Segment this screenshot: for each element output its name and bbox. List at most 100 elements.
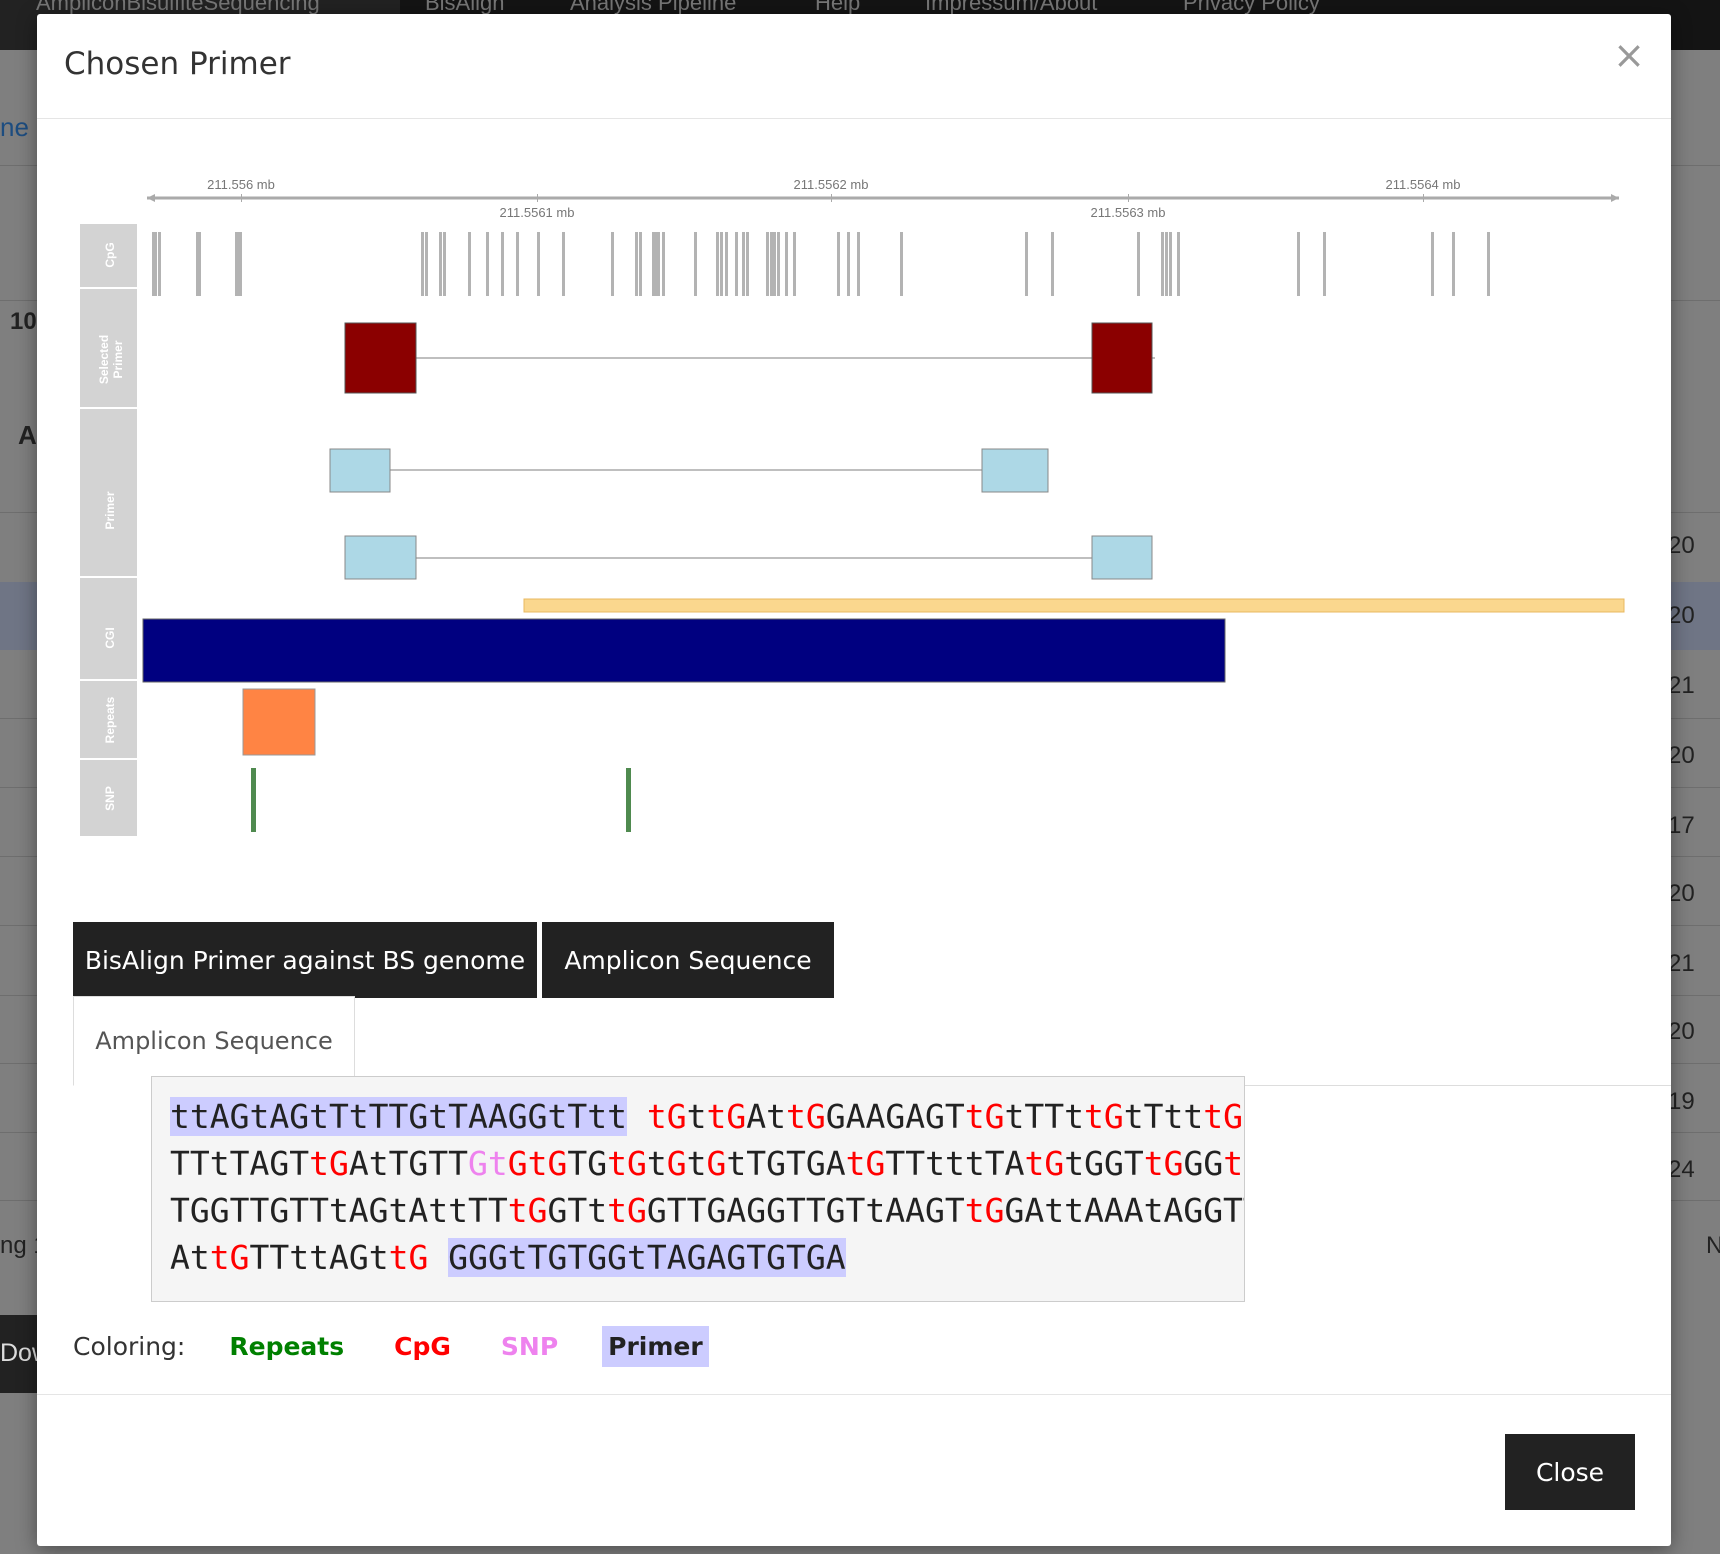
cpg-mark xyxy=(1165,232,1168,296)
bg-cell-value: 20 xyxy=(1668,602,1695,629)
bisalign-primer-button[interactable]: BisAlign Primer against BS genome xyxy=(73,922,537,998)
cpg-mark xyxy=(1025,232,1028,296)
primer-reverse xyxy=(1091,535,1153,580)
bg-cell-value: 20 xyxy=(1668,742,1695,769)
sequence-cpg-segment: tG xyxy=(785,1097,826,1136)
sequence-line: TTtTAGTtGAtTGTTGtGtGTGtGtGtGtTGTGAtGTTtt… xyxy=(170,1140,1244,1187)
cpg-mark xyxy=(1431,232,1434,296)
sequence-line: TGGTTGTTtAGtAttTTtGGTttGGTTGAGGTTGTtAAGT… xyxy=(170,1187,1244,1234)
genome-browser: 211.556 mb 211.5562 mb 211.5564 mb 211.5561… xyxy=(37,118,1671,918)
sequence-segment: t xyxy=(686,1097,707,1136)
sequence-segment: t xyxy=(646,1144,667,1183)
modal-title: Chosen Primer xyxy=(64,46,291,82)
sequence-segment: GG xyxy=(1183,1144,1224,1183)
genome-browser-svg: 211.556 mb 211.5562 mb 211.5564 mb 211.5561… xyxy=(80,177,1625,839)
cpg-mark xyxy=(662,232,665,296)
chosen-primer-modal: Chosen Primer × 211.556 mb 211.5562 mb 211… xyxy=(37,14,1671,1546)
cpg-mark xyxy=(421,232,424,296)
sequence-segment: At xyxy=(746,1097,786,1136)
track-label-snp: SNP xyxy=(103,786,117,811)
sequence-cpg-segment: tG xyxy=(309,1144,349,1183)
cpg-mark xyxy=(773,232,776,296)
track-label-primer: Primer xyxy=(103,491,117,529)
bg-cell-value: 19 xyxy=(1668,1088,1695,1115)
axis-tick-label: 211.5564 mb xyxy=(1386,177,1461,192)
sequence-cpg-segment: G xyxy=(666,1144,687,1183)
cpg-mark xyxy=(793,232,796,296)
sequence-segment: TG xyxy=(567,1144,608,1183)
cpg-mark xyxy=(1177,232,1180,296)
cpg-mark xyxy=(837,232,840,296)
cpg-mark xyxy=(847,232,850,296)
cpg-mark xyxy=(1169,232,1172,296)
cpg-mark xyxy=(439,232,442,296)
cpg-mark xyxy=(746,232,749,296)
cpg-mark xyxy=(639,232,642,296)
cgi-region xyxy=(142,618,1226,683)
cpg-mark xyxy=(654,232,657,296)
close-button[interactable]: Close xyxy=(1505,1434,1635,1510)
amplicon-sequence-button[interactable]: Amplicon Sequence xyxy=(542,922,834,998)
track-label-cpg: CpG xyxy=(103,242,117,267)
bg-text-fragment: A xyxy=(18,420,37,450)
sequence-cpg-segment: Gt xyxy=(507,1144,548,1183)
cpg-mark xyxy=(900,232,903,296)
cpg-mark xyxy=(611,232,614,296)
sequence-snp-segment: Gt xyxy=(468,1144,508,1183)
sequence-cpg-segment: G xyxy=(706,1144,727,1183)
cpg-mark xyxy=(562,232,565,296)
cpg-mark xyxy=(1323,232,1326,296)
cpg-mark xyxy=(154,232,157,296)
cpg-mark xyxy=(537,232,540,296)
legend-item-repeats: Repeats xyxy=(229,1331,345,1361)
sequence-cpg-segment: tG xyxy=(706,1097,747,1136)
axis-arrow-right xyxy=(1611,194,1619,202)
primer-reverse xyxy=(981,448,1049,493)
track-label-cgi: CGI xyxy=(103,627,117,648)
sequence-segment: At xyxy=(170,1238,210,1277)
cpg-mark xyxy=(516,232,519,296)
cpg-mark xyxy=(657,232,660,296)
close-icon[interactable]: × xyxy=(1613,36,1645,74)
tab-amplicon-sequence[interactable]: Amplicon Sequence xyxy=(73,996,355,1086)
sequence-segment: GAAGAGT xyxy=(825,1097,965,1136)
cpg-mark xyxy=(425,232,428,296)
cpg-mark xyxy=(1452,232,1455,296)
sequence-cpg-segment: tG xyxy=(607,1191,647,1230)
coloring-legend: Coloring: Repeats CpG SNP Primer xyxy=(73,1324,747,1368)
legend-item-primer: Primer xyxy=(602,1325,709,1367)
snp-mark xyxy=(626,768,631,832)
sequence-segment: tTGTGA xyxy=(726,1144,846,1183)
cpg-mark xyxy=(501,232,504,296)
sequence-cpg-segment: tG xyxy=(388,1238,429,1277)
modal-header: Chosen Primer × xyxy=(37,14,1671,119)
sequence-cpg-segment: tG xyxy=(646,1097,687,1136)
sequence-cpg-segment: tG xyxy=(1143,1144,1184,1183)
sequence-cpg-segment: G xyxy=(547,1144,568,1183)
sequence-primer-segment: GGGtTGTGGtTAGAGTGTGA xyxy=(448,1238,846,1277)
sequence-line: AttGTTttAGttG GGGtTGTGGtTAGAGTGTGA xyxy=(170,1234,1226,1281)
axis-tick-label: 211.5561 mb xyxy=(500,205,575,220)
cpg-mark xyxy=(1051,232,1054,296)
sequence-cpg-segment: tG xyxy=(607,1144,647,1183)
cpg-mark xyxy=(720,232,723,296)
cpg-mark xyxy=(777,232,780,296)
cpg-mark xyxy=(1137,232,1140,296)
bg-cell-value: 24 xyxy=(1668,1156,1695,1183)
bg-cell-value: 17 xyxy=(1668,812,1695,839)
cpg-mark xyxy=(857,232,860,296)
sequence-segment: AtTGTT xyxy=(348,1144,469,1183)
cpg-mark xyxy=(735,232,738,296)
bg-link-fragment: ne xyxy=(0,112,29,142)
sequence-cpg-segment: tG xyxy=(209,1238,250,1277)
sequence-cpg-segment: tG xyxy=(1024,1144,1065,1183)
bg-text-fragment: 10 xyxy=(10,308,37,335)
cpg-mark xyxy=(742,232,745,296)
axis-tick-label: 211.5563 mb xyxy=(1091,205,1166,220)
sequence-segment: tGGT xyxy=(1064,1144,1144,1183)
sequence-cpg-segment: tG xyxy=(964,1097,1005,1136)
cpg-mark xyxy=(785,232,788,296)
sequence-segment: tTtt xyxy=(1123,1097,1204,1136)
sequence-segment: t xyxy=(686,1144,707,1183)
sequence-segment: t xyxy=(1243,1097,1244,1136)
